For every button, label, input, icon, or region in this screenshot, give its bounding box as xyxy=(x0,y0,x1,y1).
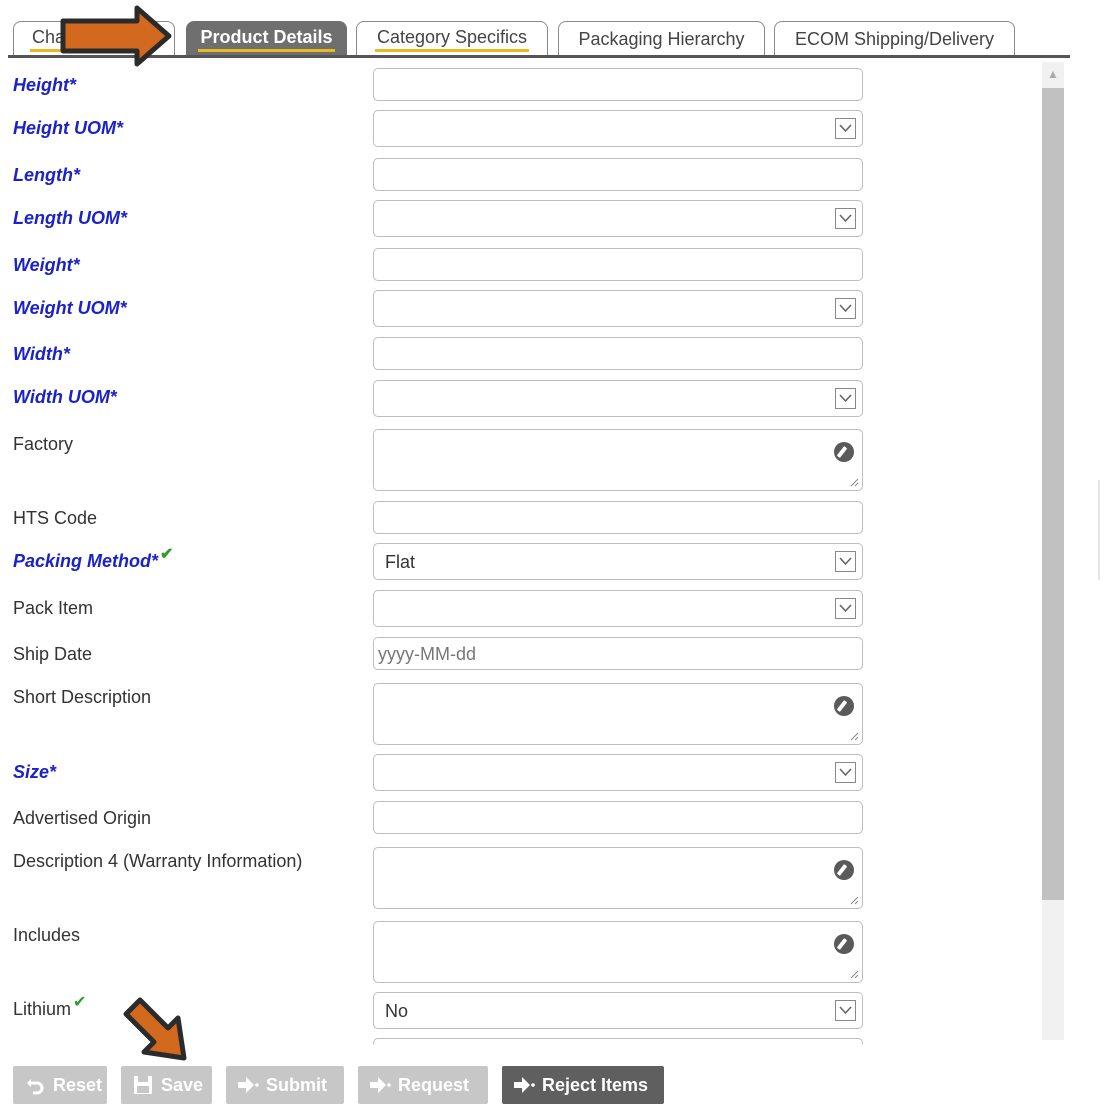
request-button[interactable]: Request xyxy=(358,1066,488,1104)
height-label: Height* xyxy=(13,75,76,95)
description4-textarea[interactable] xyxy=(373,847,863,909)
short-description-label: Short Description xyxy=(13,687,152,707)
size-select[interactable] xyxy=(373,754,863,791)
scroll-up-arrow-icon[interactable]: ▲ xyxy=(1042,62,1064,86)
ship-date-input[interactable]: yyyy-MM-dd xyxy=(373,637,863,670)
save-label: Save xyxy=(161,1074,204,1095)
request-label: Request xyxy=(398,1074,470,1095)
description4-label: Description 4 (Warranty Information) xyxy=(13,851,303,871)
resize-grip-icon[interactable] xyxy=(849,731,859,741)
hts-code-input[interactable] xyxy=(373,501,863,534)
tab-label: Packaging Hierarchy xyxy=(578,28,745,49)
submit-button[interactable]: Submit xyxy=(226,1066,344,1104)
short-description-textarea[interactable] xyxy=(373,683,863,745)
advertised-origin-label: Advertised Origin xyxy=(13,808,152,828)
arrow-annotation-right-icon xyxy=(60,5,172,67)
factory-label: Factory xyxy=(13,434,74,454)
submit-label: Submit xyxy=(266,1074,327,1095)
chevron-down-icon[interactable] xyxy=(835,762,856,783)
arrow-right-icon xyxy=(512,1073,536,1097)
edit-pencil-icon[interactable] xyxy=(834,696,854,716)
tab-ecom-shipping[interactable]: ECOM Shipping/Delivery xyxy=(774,21,1015,56)
undo-icon xyxy=(23,1073,47,1097)
lithium-select[interactable]: No xyxy=(373,992,863,1029)
edit-pencil-icon[interactable] xyxy=(834,860,854,880)
size-label: Size* xyxy=(13,762,57,782)
lithium-label-text: Lithium xyxy=(13,999,72,1019)
includes-label: Includes xyxy=(13,925,81,945)
lithium-value: No xyxy=(385,1001,409,1021)
height-uom-label: Height UOM* xyxy=(13,118,123,138)
weight-uom-label: Weight UOM* xyxy=(13,298,127,318)
chevron-down-icon[interactable] xyxy=(835,298,856,319)
edge-divider xyxy=(1098,480,1100,580)
length-uom-select[interactable] xyxy=(373,200,863,237)
ship-date-label: Ship Date xyxy=(13,644,93,664)
resize-grip-icon[interactable] xyxy=(849,477,859,487)
weight-label: Weight* xyxy=(13,255,80,275)
lithium-label: Lithium ✔ xyxy=(13,994,86,1020)
factory-textarea[interactable] xyxy=(373,429,863,491)
ship-date-placeholder: yyyy-MM-dd xyxy=(378,644,476,664)
chevron-down-icon[interactable] xyxy=(835,598,856,619)
width-uom-label: Width UOM* xyxy=(13,387,117,407)
length-input[interactable] xyxy=(373,158,863,191)
arrow-right-icon xyxy=(368,1073,392,1097)
arrow-annotation-down-icon xyxy=(123,997,187,1061)
reject-items-button[interactable]: Reject Items xyxy=(502,1066,664,1104)
length-label: Length* xyxy=(13,165,80,185)
arrow-right-icon xyxy=(236,1073,260,1097)
pack-item-label: Pack Item xyxy=(13,598,94,618)
tab-category-specifics[interactable]: Category Specifics xyxy=(356,21,548,56)
tab-product-details[interactable]: Product Details xyxy=(186,21,347,56)
edit-pencil-icon[interactable] xyxy=(834,442,854,462)
packing-method-value: Flat xyxy=(385,552,416,572)
reset-button[interactable]: Reset xyxy=(13,1066,107,1104)
height-uom-select[interactable] xyxy=(373,110,863,147)
chevron-down-icon[interactable] xyxy=(835,551,856,572)
hts-code-label: HTS Code xyxy=(13,508,98,528)
tab-label: ECOM Shipping/Delivery xyxy=(794,28,995,49)
packing-method-label: Packing Method* ✔ xyxy=(13,546,173,572)
width-input[interactable] xyxy=(373,337,863,370)
reset-label: Reset xyxy=(53,1074,103,1095)
product-details-form: Height* Height UOM* Length* Length UOM* … xyxy=(0,60,1040,1044)
chevron-down-icon[interactable] xyxy=(835,1000,856,1021)
weight-input[interactable] xyxy=(373,248,863,281)
length-uom-label: Length UOM* xyxy=(13,208,127,228)
width-label: Width* xyxy=(13,344,70,364)
tab-label: Product Details xyxy=(198,27,335,52)
packing-method-label-text: Packing Method* xyxy=(13,551,159,571)
chevron-down-icon[interactable] xyxy=(835,118,856,139)
check-icon: ✔ xyxy=(73,994,87,1011)
packing-method-select[interactable]: Flat xyxy=(373,543,863,580)
advertised-origin-input[interactable] xyxy=(373,801,863,834)
weight-uom-select[interactable] xyxy=(373,290,863,327)
check-icon: ✔ xyxy=(160,546,174,563)
width-uom-select[interactable] xyxy=(373,380,863,417)
height-input[interactable] xyxy=(373,68,863,101)
scrollbar-thumb[interactable] xyxy=(1042,88,1064,900)
tab-packaging-hierarchy[interactable]: Packaging Hierarchy xyxy=(558,21,765,56)
reject-items-label: Reject Items xyxy=(542,1074,649,1095)
resize-grip-icon[interactable] xyxy=(849,895,859,905)
chevron-down-icon[interactable] xyxy=(835,388,856,409)
resize-grip-icon[interactable] xyxy=(849,969,859,979)
next-field-partial[interactable] xyxy=(373,1038,863,1044)
edit-pencil-icon[interactable] xyxy=(834,934,854,954)
floppy-disk-icon xyxy=(131,1073,155,1097)
pack-item-select[interactable] xyxy=(373,590,863,627)
chevron-down-icon[interactable] xyxy=(835,208,856,229)
tab-label: Category Specifics xyxy=(374,27,530,52)
includes-textarea[interactable] xyxy=(373,921,863,983)
